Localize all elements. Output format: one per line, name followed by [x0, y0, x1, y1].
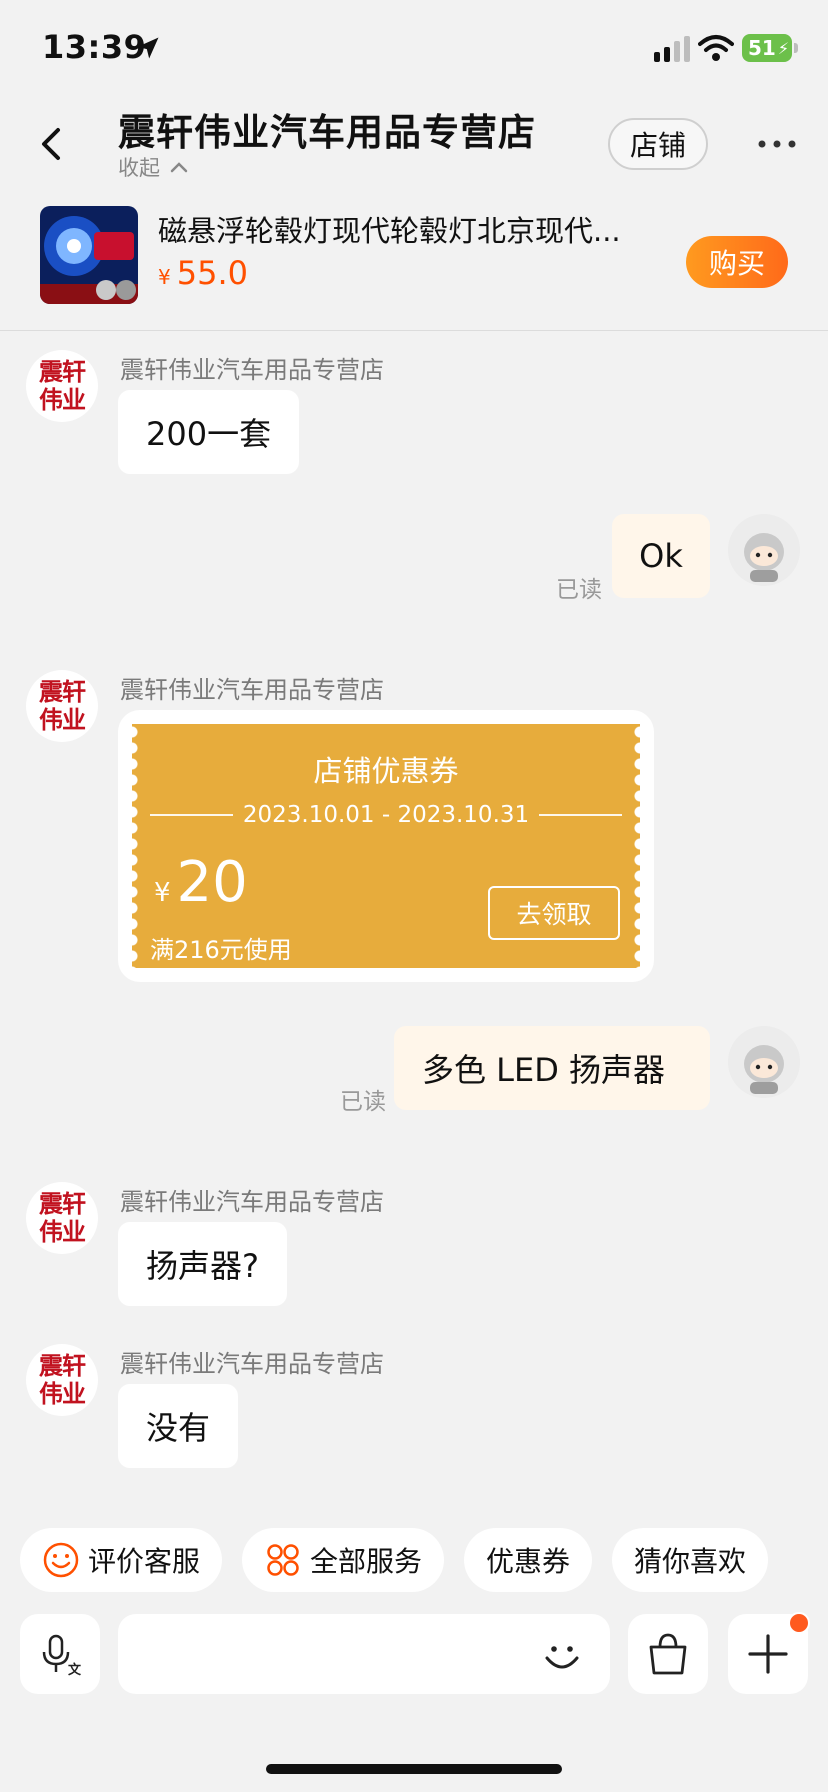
- message-sender: 震轩伟业汽车用品专营店: [120, 676, 384, 704]
- notification-dot: [788, 1612, 810, 1634]
- coupon-amount: ¥ 20: [154, 850, 248, 915]
- message-sender: 震轩伟业汽车用品专营店: [120, 356, 384, 384]
- chip-label: 全部服务: [310, 1545, 423, 1578]
- rate-service-chip[interactable]: 评价客服: [20, 1528, 223, 1592]
- signal-icon: [654, 36, 690, 62]
- message-bubble[interactable]: 扬声器?: [118, 1222, 287, 1306]
- all-services-chip[interactable]: 全部服务: [242, 1528, 445, 1592]
- coupon-condition: 满216元使用: [150, 936, 292, 964]
- status-time: 13:39: [42, 28, 147, 66]
- user-avatar[interactable]: [728, 514, 800, 586]
- shop-avatar-line2: 伟业: [39, 385, 86, 414]
- plus-icon: [748, 1634, 788, 1674]
- coupon: 店铺优惠券 2023.10.01 - 2023.10.31 ¥ 20 满216元…: [132, 724, 640, 968]
- user-avatar-icon: [728, 1026, 800, 1098]
- location-arrow-icon: [137, 37, 159, 59]
- emoji-icon[interactable]: [538, 1632, 586, 1680]
- message-bubble-self[interactable]: Ok: [612, 514, 710, 598]
- voice-input-button[interactable]: 文: [20, 1614, 100, 1694]
- coupon-currency: ¥: [154, 878, 171, 908]
- battery-indicator: 51 ⚡: [742, 34, 792, 62]
- product-price: ¥ 55.0: [158, 254, 248, 292]
- battery-tip: [794, 43, 798, 53]
- price-value: 55.0: [176, 254, 248, 292]
- collapse-label: 收起: [118, 156, 160, 180]
- chip-label: 猜你喜欢: [634, 1545, 747, 1578]
- shop-avatar-line1: 震轩: [39, 677, 86, 706]
- shop-button[interactable]: 店铺: [608, 118, 708, 170]
- message-input[interactable]: [118, 1614, 610, 1694]
- coupon-chip[interactable]: 优惠券: [464, 1528, 593, 1592]
- battery-level: 51: [748, 36, 776, 60]
- message-sender: 震轩伟业汽车用品专营店: [120, 1188, 384, 1216]
- back-arrow-icon[interactable]: [30, 122, 74, 166]
- user-avatar[interactable]: [728, 1026, 800, 1098]
- shop-avatar[interactable]: 震轩 伟业: [26, 350, 98, 422]
- coupon-date-line-right: [539, 814, 622, 816]
- input-bar: 文: [0, 1612, 828, 1698]
- charging-bolt-icon: ⚡: [777, 38, 790, 58]
- coupon-title: 店铺优惠券: [313, 754, 459, 788]
- chip-label: 评价客服: [88, 1545, 201, 1578]
- coupon-date-line-left: [150, 814, 233, 816]
- price-currency: ¥: [158, 265, 171, 289]
- product-name[interactable]: 磁悬浮轮毂灯现代轮毂灯北京现代...: [158, 208, 638, 250]
- shop-avatar-line2: 伟业: [39, 1217, 86, 1246]
- message-bubble[interactable]: 200一套: [118, 390, 300, 474]
- shop-avatar-line1: 震轩: [39, 357, 86, 386]
- svg-text:文: 文: [68, 1662, 82, 1676]
- coupon-value: 20: [176, 850, 248, 915]
- shopping-bag-button[interactable]: [628, 1614, 708, 1694]
- more-actions-button[interactable]: [728, 1612, 810, 1694]
- message-sender: 震轩伟业汽车用品专营店: [120, 1350, 384, 1378]
- more-options-icon[interactable]: [756, 130, 798, 158]
- home-indicator: [266, 1764, 562, 1774]
- smile-icon: [43, 1542, 79, 1578]
- read-status: 已读: [556, 577, 602, 603]
- chevron-up-icon: [170, 162, 188, 173]
- product-thumbnail[interactable]: [40, 206, 138, 304]
- recommend-chip[interactable]: 猜你喜欢: [612, 1528, 769, 1592]
- product-image-icon: [40, 206, 138, 304]
- wifi-icon: [698, 35, 734, 61]
- user-avatar-icon: [728, 514, 800, 586]
- read-status: 已读: [340, 1089, 386, 1115]
- status-bar: 13:39 51 ⚡: [0, 0, 828, 100]
- header-divider: [0, 330, 828, 331]
- message-bubble[interactable]: 没有: [118, 1384, 239, 1468]
- shop-avatar-line2: 伟业: [39, 1379, 86, 1408]
- shop-avatar-line1: 震轩: [39, 1351, 86, 1380]
- message-bubble-self[interactable]: 多色 LED 扬声器: [394, 1026, 710, 1110]
- coupon-card[interactable]: 店铺优惠券 2023.10.01 - 2023.10.31 ¥ 20 满216元…: [118, 710, 654, 982]
- coupon-date-row: 2023.10.01 - 2023.10.31: [150, 802, 622, 828]
- shop-avatar[interactable]: 震轩 伟业: [26, 1182, 98, 1254]
- shop-avatar[interactable]: 震轩 伟业: [26, 670, 98, 742]
- collapse-toggle[interactable]: 收起: [118, 152, 188, 182]
- store-title: 震轩伟业汽车用品专营店: [118, 111, 536, 154]
- microphone-icon: 文: [42, 1634, 82, 1676]
- coupon-date-range: 2023.10.01 - 2023.10.31: [242, 802, 530, 828]
- shop-avatar-line2: 伟业: [39, 705, 86, 734]
- shop-avatar-line1: 震轩: [39, 1189, 86, 1218]
- buy-button[interactable]: 购买: [686, 236, 788, 288]
- claim-coupon-button[interactable]: 去领取: [488, 886, 620, 940]
- shopping-bag-icon: [649, 1633, 687, 1675]
- grid-icon: [267, 1544, 299, 1576]
- quick-action-bar: 评价客服 全部服务 优惠券 猜你喜欢: [20, 1528, 769, 1592]
- shop-avatar[interactable]: 震轩 伟业: [26, 1344, 98, 1416]
- chip-label: 优惠券: [486, 1545, 571, 1578]
